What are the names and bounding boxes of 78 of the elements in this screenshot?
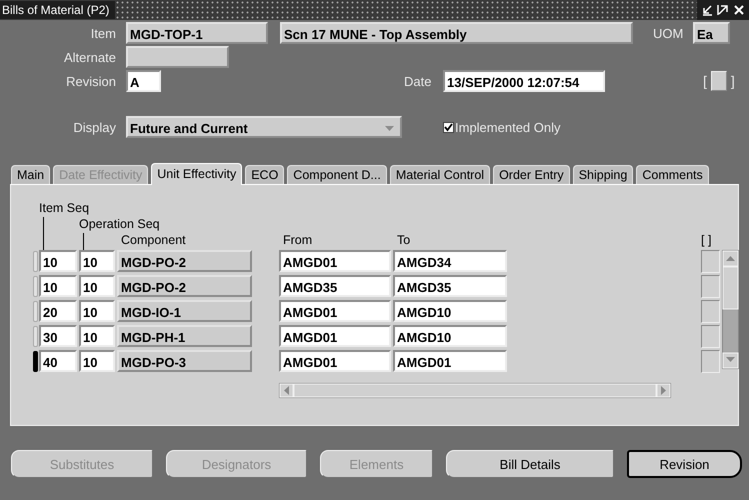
table-cell[interactable]: 10	[79, 350, 115, 372]
bracket: [	[703, 73, 707, 89]
table-cell[interactable]: AMGD01	[279, 350, 391, 372]
field-label: Revision	[65, 74, 116, 88]
column-heading: From	[283, 233, 314, 249]
leader-line	[43, 217, 44, 250]
table-cell[interactable]: AMGD10	[393, 300, 507, 322]
tab[interactable]: Shipping	[572, 165, 634, 184]
input-field[interactable]: A	[126, 70, 161, 92]
bracket: ]	[730, 73, 735, 89]
field-label: Date	[404, 74, 432, 88]
tab[interactable]: Main	[11, 165, 50, 184]
table-cell: MGD-PH-1	[117, 325, 252, 347]
flexfield-cell[interactable]	[701, 325, 720, 348]
column-heading: Item Seq	[39, 201, 90, 217]
dropdown-arrow-icon	[385, 126, 394, 131]
table-cell[interactable]: 10	[79, 325, 115, 347]
vertical-scrollbar[interactable]	[722, 250, 739, 369]
flexfield-cell[interactable]	[701, 250, 720, 273]
table-cell[interactable]: 10	[79, 300, 115, 322]
column-heading: Operation Seq	[79, 217, 161, 233]
table-cell[interactable]: AMGD35	[393, 275, 507, 297]
table-cell[interactable]: AMGD01	[393, 350, 507, 372]
field-label: Alternate	[62, 50, 116, 64]
field-label: UOM	[653, 26, 683, 40]
field-label: Item	[90, 26, 116, 40]
table-cell[interactable]: 20	[39, 300, 77, 322]
table-cell: MGD-PO-2	[117, 275, 252, 297]
column-heading: [ ]	[701, 233, 712, 249]
flexfield-cell[interactable]	[701, 350, 720, 373]
dropdown-field[interactable]: Future and Current	[126, 116, 402, 138]
flexfield-cell[interactable]	[701, 300, 720, 323]
table-cell: MGD-PO-2	[117, 250, 252, 272]
tab[interactable]: Material Control	[390, 165, 490, 184]
flexfield-cell[interactable]	[701, 275, 720, 298]
window-title: Bills of Material (P2)	[0, 1, 116, 19]
row-marker[interactable]	[33, 276, 38, 297]
action-button[interactable]: Bill Details	[446, 450, 614, 478]
table-cell: MGD-PO-3	[117, 350, 252, 372]
table-cell[interactable]: AMGD10	[393, 325, 507, 347]
minimize-icon[interactable]	[701, 4, 713, 16]
tab[interactable]: Order Entry	[493, 165, 570, 184]
row-marker[interactable]	[33, 351, 38, 372]
checkbox[interactable]	[443, 122, 454, 132]
field-label: Display	[72, 120, 116, 134]
table-cell[interactable]: 10	[79, 275, 115, 297]
table-cell[interactable]: AMGD01	[279, 325, 391, 347]
table-cell[interactable]: 30	[39, 325, 77, 347]
table-cell[interactable]: AMGD34	[393, 250, 507, 272]
horizontal-scrollbar[interactable]	[279, 383, 671, 398]
table-cell[interactable]: AMGD35	[279, 275, 391, 297]
column-heading: To	[397, 233, 412, 249]
table-cell: MGD-IO-1	[117, 300, 252, 322]
column-heading: Component	[121, 233, 187, 249]
table-cell[interactable]: 10	[79, 250, 115, 272]
input-field[interactable]: MGD-TOP-1	[126, 22, 268, 44]
table-cell[interactable]: 10	[39, 250, 77, 272]
input-field[interactable]: Ea	[693, 22, 730, 44]
maximize-icon[interactable]	[717, 4, 729, 16]
dropdown-value: Future and Current	[130, 121, 248, 136]
table-cell[interactable]: 40	[39, 350, 77, 372]
row-marker[interactable]	[33, 251, 38, 272]
close-icon[interactable]	[733, 4, 745, 16]
tab[interactable]: Comments	[636, 165, 709, 184]
tab[interactable]: ECO	[245, 165, 284, 184]
flexfield-button[interactable]	[710, 71, 727, 91]
input-field[interactable]	[126, 46, 229, 68]
table-cell[interactable]: AMGD01	[279, 300, 391, 322]
input-field[interactable]: Scn 17 MUNE - Top Assembly	[280, 22, 633, 44]
table-cell[interactable]: AMGD01	[279, 250, 391, 272]
table-cell[interactable]: 10	[39, 275, 77, 297]
checkbox-label: Implemented Only	[455, 120, 560, 134]
row-marker[interactable]	[33, 301, 38, 322]
action-button[interactable]: Revision	[627, 450, 742, 478]
tab[interactable]: Unit Effectivity	[151, 163, 242, 185]
tab[interactable]: Component D...	[287, 165, 387, 184]
input-field[interactable]: 13/SEP/2000 12:07:54	[443, 70, 605, 92]
row-marker[interactable]	[33, 326, 38, 347]
